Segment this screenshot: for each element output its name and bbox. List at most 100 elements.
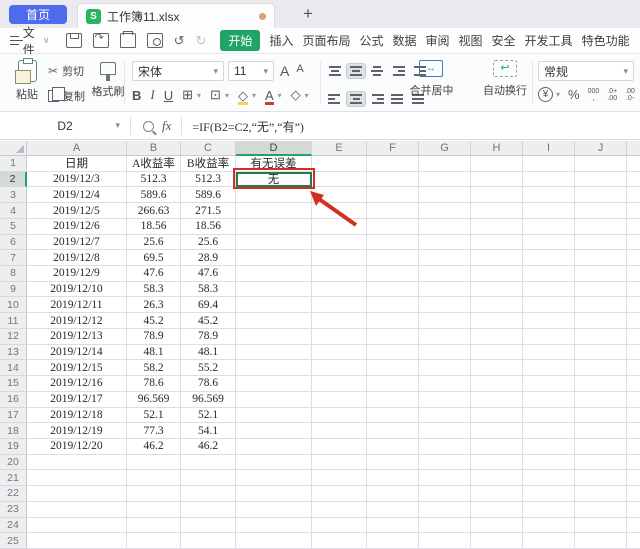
cell-I17[interactable]	[523, 407, 575, 424]
cell-F15[interactable]	[367, 376, 419, 392]
cell-F12[interactable]	[367, 328, 419, 345]
cell-G6[interactable]	[419, 234, 471, 251]
cell-A2[interactable]: 2019/12/3	[27, 171, 127, 188]
cell-H14[interactable]	[471, 360, 523, 377]
cell-J22[interactable]	[575, 486, 627, 502]
cell-H10[interactable]	[471, 297, 523, 314]
cell-I2[interactable]	[523, 171, 575, 188]
cell-H22[interactable]	[471, 486, 523, 502]
row-header-9[interactable]: 9	[0, 281, 27, 298]
cell-H16[interactable]	[471, 391, 523, 408]
cell-D24[interactable]	[236, 517, 312, 534]
cell-A18[interactable]: 2019/12/19	[27, 423, 127, 439]
cell-A1[interactable]: 日期	[27, 156, 127, 172]
cell-H21[interactable]	[471, 470, 523, 487]
cell-D22[interactable]	[236, 486, 312, 502]
column-header-H[interactable]: H	[471, 141, 523, 156]
cell-B22[interactable]	[127, 486, 181, 502]
cell-G2[interactable]	[419, 171, 471, 188]
cell-D13[interactable]	[236, 344, 312, 361]
cell-J1[interactable]	[575, 156, 627, 172]
cell-I6[interactable]	[523, 234, 575, 251]
save-icon[interactable]	[65, 33, 82, 48]
row-header-13[interactable]: 13	[0, 344, 27, 361]
column-header-C[interactable]: C	[181, 141, 236, 156]
cut-button[interactable]: ✂ 剪切	[48, 63, 85, 79]
font-color-icon[interactable]: A	[264, 89, 274, 105]
cell-A17[interactable]: 2019/12/18	[27, 407, 127, 424]
cell-E6[interactable]	[312, 234, 367, 251]
tab-insert[interactable]: 插入	[269, 32, 293, 49]
align-bottom-icon[interactable]	[368, 64, 386, 78]
row-header-20[interactable]: 20	[0, 454, 27, 471]
cell-J8[interactable]	[575, 266, 627, 282]
cell-A20[interactable]	[27, 454, 127, 471]
cell-J13[interactable]	[575, 344, 627, 361]
cell-G11[interactable]	[419, 313, 471, 329]
cell-C17[interactable]: 52.1	[181, 407, 236, 424]
cell-E7[interactable]	[312, 250, 367, 267]
italic-button[interactable]: I	[150, 87, 154, 103]
cell-G3[interactable]	[419, 187, 471, 204]
clear-format-icon[interactable]: ◇	[291, 87, 301, 103]
cell-B12[interactable]: 78.9	[127, 328, 181, 345]
cell-A16[interactable]: 2019/12/17	[27, 391, 127, 408]
cell-H24[interactable]	[471, 517, 523, 534]
cell-A13[interactable]: 2019/12/14	[27, 344, 127, 361]
cell-J9[interactable]	[575, 281, 627, 298]
cell-A7[interactable]: 2019/12/8	[27, 250, 127, 267]
cell-J24[interactable]	[575, 517, 627, 534]
cell-C9[interactable]: 58.3	[181, 281, 236, 298]
cell-F21[interactable]	[367, 470, 419, 487]
tab-review[interactable]: 审阅	[426, 32, 450, 49]
cell-C24[interactable]	[181, 517, 236, 534]
cell-C3[interactable]: 589.6	[181, 187, 236, 204]
tab-home[interactable]: 开始	[220, 30, 261, 51]
tab-view[interactable]: 视图	[459, 32, 483, 49]
cell-A3[interactable]: 2019/12/4	[27, 187, 127, 204]
cell-D18[interactable]	[236, 423, 312, 439]
cell-A14[interactable]: 2019/12/15	[27, 360, 127, 377]
cell-F4[interactable]	[367, 203, 419, 219]
cell-I15[interactable]	[523, 376, 575, 392]
cell-G15[interactable]	[419, 376, 471, 392]
cell-B14[interactable]: 58.2	[127, 360, 181, 377]
row-header-18[interactable]: 18	[0, 423, 27, 439]
cell-J20[interactable]	[575, 454, 627, 471]
wrap-text-button[interactable]: ↩ 自动换行	[478, 60, 532, 98]
cell-I11[interactable]	[523, 313, 575, 329]
redo-icon[interactable]: ↻	[196, 33, 207, 48]
column-header-G[interactable]: G	[419, 141, 471, 156]
cell-J4[interactable]	[575, 203, 627, 219]
cell-D21[interactable]	[236, 470, 312, 487]
underline-button[interactable]: U	[164, 88, 173, 103]
cell-C11[interactable]: 45.2	[181, 313, 236, 329]
cell-F9[interactable]	[367, 281, 419, 298]
cell-D8[interactable]	[236, 266, 312, 282]
cell-E4[interactable]	[312, 203, 367, 219]
cell-C18[interactable]: 54.1	[181, 423, 236, 439]
cell-I18[interactable]	[523, 423, 575, 439]
cell-I9[interactable]	[523, 281, 575, 298]
cell-G5[interactable]	[419, 218, 471, 235]
cell-E1[interactable]	[312, 156, 367, 172]
cell-B11[interactable]: 45.2	[127, 313, 181, 329]
new-tab-button[interactable]: +	[303, 4, 313, 24]
cell-A10[interactable]: 2019/12/11	[27, 297, 127, 314]
cell-I1[interactable]	[523, 156, 575, 172]
cell-E25[interactable]	[312, 533, 367, 549]
cell-E14[interactable]	[312, 360, 367, 377]
cell-I19[interactable]	[523, 438, 575, 455]
cell-E11[interactable]	[312, 313, 367, 329]
cell-C4[interactable]: 271.5	[181, 203, 236, 219]
increase-decimal-icon[interactable]: .0+ .00	[607, 88, 617, 102]
cell-D3[interactable]	[236, 187, 312, 204]
cell-D5[interactable]	[236, 218, 312, 235]
font-name-select[interactable]: 宋体 ▾	[132, 61, 224, 81]
cell-G23[interactable]	[419, 501, 471, 518]
row-header-10[interactable]: 10	[0, 297, 27, 314]
cell-G7[interactable]	[419, 250, 471, 267]
row-header-5[interactable]: 5	[0, 218, 27, 235]
row-header-4[interactable]: 4	[0, 203, 27, 219]
align-middle-icon[interactable]	[347, 64, 365, 78]
